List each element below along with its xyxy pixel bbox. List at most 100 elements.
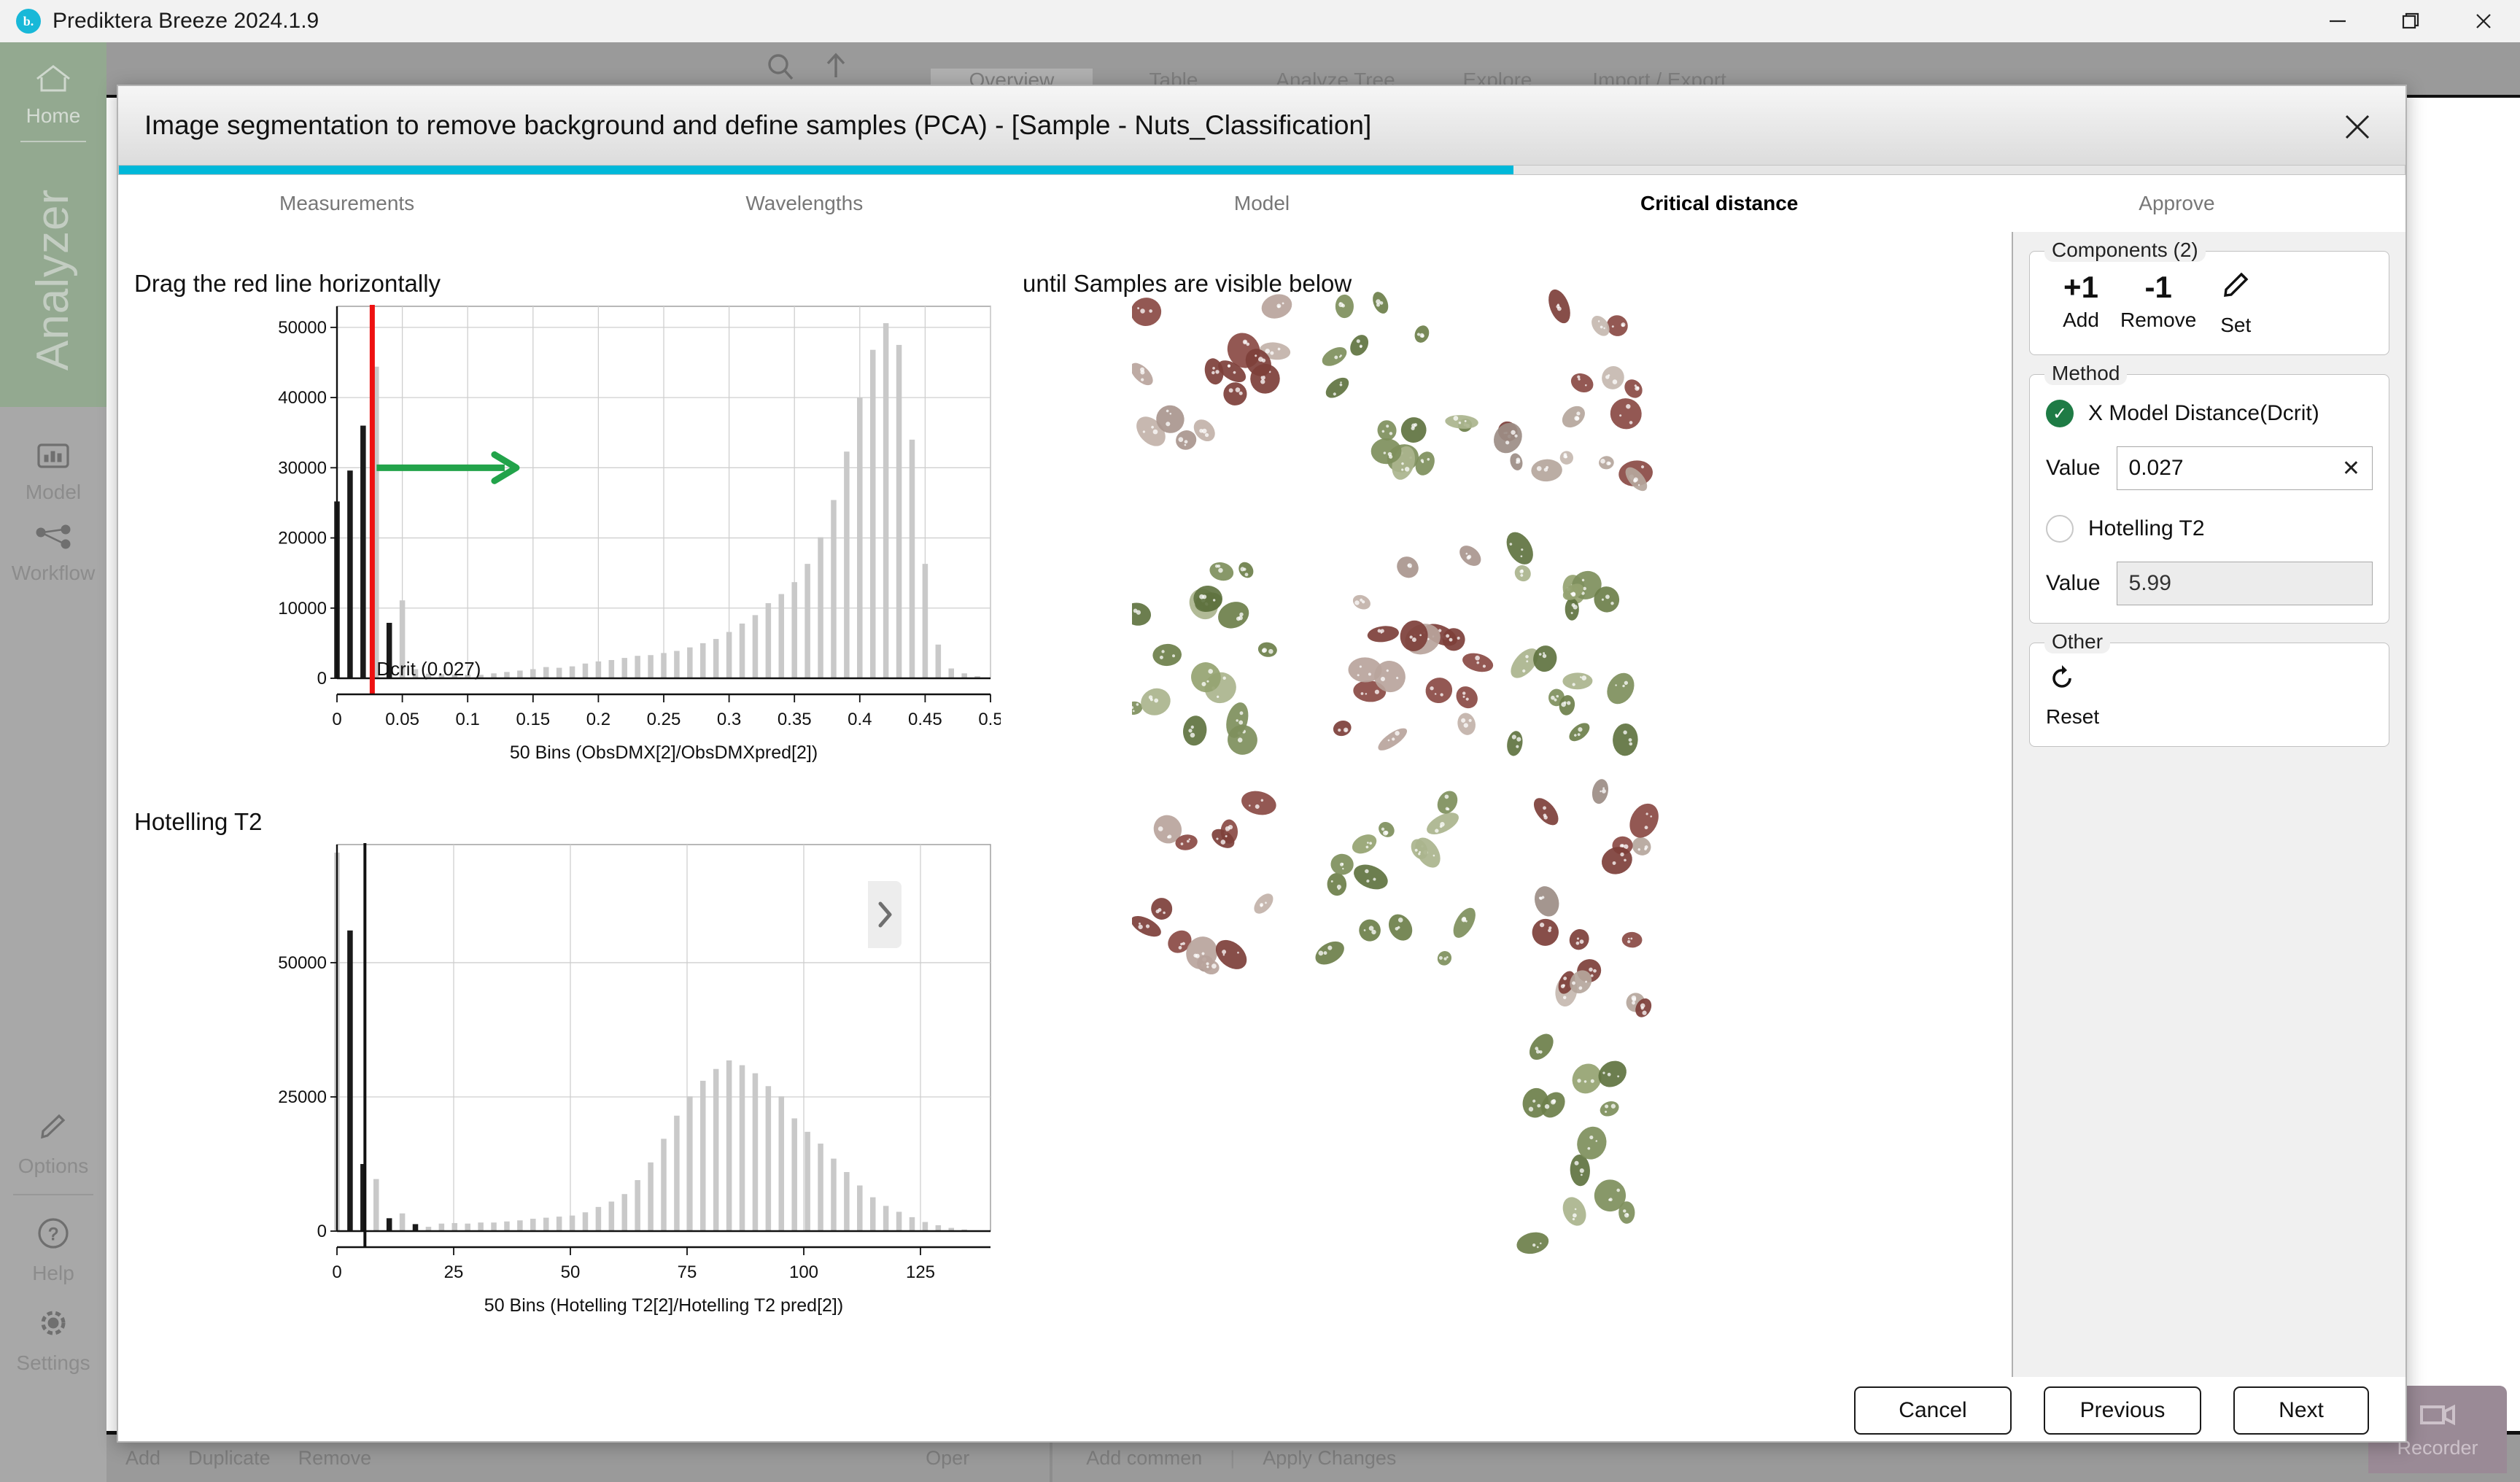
set-component-label: Set — [2220, 314, 2252, 337]
window-title: Prediktera Breeze 2024.1.9 — [53, 9, 319, 33]
reset-icon — [2046, 662, 2078, 701]
step-wavelengths[interactable]: Wavelengths — [575, 192, 1033, 215]
dcrit-histogram[interactable]: Dcrit (0.027) 0 10000 20000 30000 40000 50000 0… — [249, 299, 1003, 769]
svg-text:0: 0 — [332, 1262, 341, 1282]
remove-component-button[interactable]: -1 Remove — [2120, 270, 2197, 337]
step-model[interactable]: Model — [1033, 192, 1490, 215]
sidebar-item-label: Settings — [16, 1351, 90, 1374]
sample-preview-area[interactable] — [1132, 280, 1891, 1418]
sidebar-item-model[interactable]: Model — [0, 422, 106, 504]
svg-text:0.1: 0.1 — [456, 710, 480, 729]
svg-text:0: 0 — [317, 1222, 327, 1241]
t2-value-label: Value — [2046, 571, 2101, 596]
video-camera-icon — [2416, 1400, 2459, 1432]
svg-text:0: 0 — [332, 710, 341, 729]
sidebar-brand-text: Analyzer — [28, 188, 79, 370]
model-icon — [34, 441, 72, 475]
sidebar-bottom-section: Options ? Help Settings — [0, 1093, 106, 1375]
svg-text:25: 25 — [444, 1262, 464, 1282]
sidebar-item-workflow[interactable]: Workflow — [0, 504, 106, 585]
svg-text:100: 100 — [789, 1262, 818, 1282]
t2-value-row: Value 5.99 — [2046, 562, 2373, 606]
sidebar-item-help[interactable]: ? Help — [0, 1195, 106, 1285]
step-approve[interactable]: Approve — [1948, 192, 2405, 215]
dcrit-value-text: 0.027 — [2128, 456, 2184, 481]
close-icon[interactable] — [2447, 0, 2520, 42]
close-icon[interactable] — [2338, 108, 2376, 146]
radio-hotelling-t2-label: Hotelling T2 — [2088, 516, 2205, 541]
svg-text:50 Bins (Hotelling T2[2]/Hotel: 50 Bins (Hotelling T2[2]/Hotelling T2 pr… — [484, 1295, 843, 1316]
dialog-header: Image segmentation to remove background … — [118, 86, 2405, 165]
svg-text:0.25: 0.25 — [647, 710, 681, 729]
sidebar-item-settings[interactable]: Settings — [0, 1285, 106, 1375]
svg-text:25000: 25000 — [278, 1087, 327, 1107]
sidebar-item-label: Options — [18, 1155, 89, 1177]
svg-text:0.15: 0.15 — [516, 710, 550, 729]
cancel-button[interactable]: Cancel — [1854, 1386, 2012, 1435]
previous-button[interactable]: Previous — [2044, 1386, 2201, 1435]
hotelling-t2-section-label: Hotelling T2 — [134, 808, 263, 835]
t2-value-input[interactable]: 5.99 — [2116, 562, 2373, 606]
maximize-icon[interactable] — [2374, 0, 2447, 42]
pencil-icon — [35, 1112, 71, 1149]
svg-text:75: 75 — [678, 1262, 697, 1282]
svg-text:Dcrit (0.027): Dcrit (0.027) — [376, 658, 481, 680]
svg-text:0.5: 0.5 — [978, 710, 1001, 729]
svg-text:50 Bins (ObsDMX[2]/ObsDMXpred[: 50 Bins (ObsDMX[2]/ObsDMXpred[2]) — [510, 742, 818, 763]
workflow-icon — [33, 523, 74, 556]
remove-component-label: Remove — [2120, 309, 2197, 332]
dcrit-value-label: Value — [2046, 456, 2101, 481]
radio-selected-icon: ✓ — [2046, 400, 2074, 428]
step-label: Critical distance — [1640, 192, 1799, 214]
wizard-steps: Measurements Wavelengths Model Critical … — [118, 175, 2405, 232]
home-icon — [33, 61, 74, 98]
sidebar-divider — [20, 141, 86, 142]
step-measurements[interactable]: Measurements — [118, 192, 575, 215]
step-critical-distance[interactable]: Critical distance — [1491, 192, 1948, 215]
other-group-title: Other — [2044, 630, 2111, 654]
dcrit-value-input[interactable]: 0.027 ✕ — [2116, 446, 2373, 491]
svg-text:50000: 50000 — [278, 318, 327, 338]
reset-button[interactable]: Reset — [2046, 662, 2373, 729]
plus-one-icon: +1 — [2063, 270, 2098, 304]
t2-value-text: 5.99 — [2128, 571, 2171, 596]
set-component-button[interactable]: Set — [2201, 271, 2271, 337]
radio-x-model-distance[interactable]: ✓ X Model Distance(Dcrit) — [2046, 400, 2373, 428]
components-group: Components (2) +1 Add -1 Remove Set — [2029, 238, 2389, 356]
chevron-right-icon[interactable] — [868, 881, 902, 948]
sidebar-item-options[interactable]: Options — [0, 1093, 106, 1178]
radio-hotelling-t2[interactable]: Hotelling T2 — [2046, 515, 2373, 543]
wizard-progress-bar — [118, 165, 2405, 175]
step-label: Approve — [2139, 192, 2215, 214]
sidebar-top-section: Home Analyzer — [0, 42, 106, 407]
svg-text:40000: 40000 — [278, 388, 327, 408]
svg-text:125: 125 — [906, 1262, 935, 1282]
svg-text:0.05: 0.05 — [385, 710, 419, 729]
svg-text:0.3: 0.3 — [717, 710, 741, 729]
svg-text:50: 50 — [561, 1262, 581, 1282]
add-component-label: Add — [2063, 309, 2099, 332]
svg-text:50000: 50000 — [278, 953, 327, 973]
sidebar-item-label: Model — [25, 481, 82, 503]
sidebar-brand: Analyzer — [0, 174, 106, 385]
components-commands: +1 Add -1 Remove Set — [2046, 270, 2373, 337]
minimize-icon[interactable] — [2301, 0, 2374, 42]
next-button[interactable]: Next — [2233, 1386, 2369, 1435]
radio-unselected-icon — [2046, 515, 2074, 543]
application-window: b. Prediktera Breeze 2024.1.9 Home Analy… — [0, 0, 2520, 1482]
minus-one-icon: -1 — [2144, 270, 2172, 304]
sidebar-item-home[interactable]: Home — [0, 42, 106, 128]
step-label: Measurements — [279, 192, 415, 214]
svg-text:10000: 10000 — [278, 599, 327, 618]
other-group: Other Reset — [2029, 630, 2389, 748]
window-titlebar: b. Prediktera Breeze 2024.1.9 — [0, 0, 2520, 42]
svg-text:0: 0 — [317, 669, 327, 688]
svg-text:0.45: 0.45 — [908, 710, 942, 729]
radio-x-model-distance-label: X Model Distance(Dcrit) — [2088, 401, 2319, 426]
svg-text:20000: 20000 — [278, 529, 327, 548]
components-group-title: Components (2) — [2044, 238, 2206, 262]
dcrit-value-row: Value 0.027 ✕ — [2046, 446, 2373, 491]
svg-text:0.35: 0.35 — [778, 710, 812, 729]
clear-x-icon[interactable]: ✕ — [2342, 456, 2360, 481]
add-component-button[interactable]: +1 Add — [2046, 270, 2116, 337]
